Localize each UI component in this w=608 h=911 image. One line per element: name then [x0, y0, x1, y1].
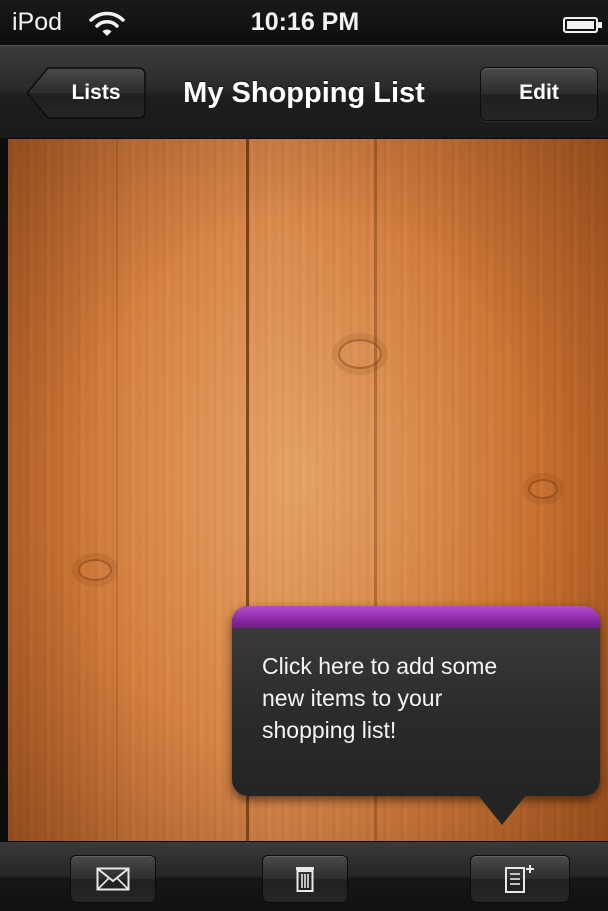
- status-time: 10:16 PM: [250, 8, 360, 36]
- add-item-icon: [505, 865, 534, 893]
- battery-icon: [563, 17, 602, 33]
- bottom-toolbar: [0, 841, 608, 911]
- tooltip-pointer: [478, 795, 526, 825]
- plank-seam: [116, 139, 118, 841]
- tooltip-line: new items to your: [262, 685, 443, 711]
- edit-button[interactable]: Edit: [480, 67, 598, 121]
- wood-knot: [78, 559, 112, 581]
- navigation-bar: Lists My Shopping List Edit: [0, 45, 608, 139]
- tooltip-line: shopping list!: [262, 717, 397, 743]
- tooltip-accent-bar: [232, 606, 600, 628]
- delete-items-button[interactable]: [262, 855, 348, 903]
- tooltip-message: Click here to add some new items to your…: [262, 650, 562, 746]
- screen: iPod 10:16 PM Lists My Shopping List Edi…: [0, 0, 608, 911]
- email-list-button[interactable]: [70, 855, 156, 903]
- back-button-lists[interactable]: Lists: [26, 67, 146, 119]
- add-item-button[interactable]: [470, 855, 570, 903]
- mail-icon: [96, 867, 130, 891]
- back-button-label: Lists: [71, 81, 121, 104]
- page-title: My Shopping List: [183, 77, 425, 109]
- trash-icon: [296, 867, 314, 892]
- wood-knot: [338, 339, 382, 369]
- tooltip-line: Click here to add some: [262, 653, 498, 679]
- status-bar: iPod 10:16 PM: [0, 0, 608, 45]
- wood-knot: [528, 479, 558, 499]
- add-items-tooltip: Click here to add some new items to your…: [232, 606, 600, 825]
